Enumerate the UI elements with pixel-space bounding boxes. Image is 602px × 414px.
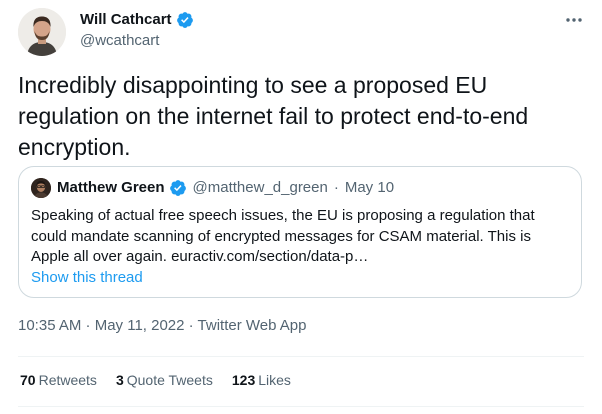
divider <box>18 406 584 407</box>
avatar-photo-icon <box>18 8 66 56</box>
quoted-author-handle: @matthew_d_green <box>192 179 328 196</box>
author-avatar[interactable] <box>18 8 66 56</box>
quote-tweets-count: 3 <box>115 372 124 388</box>
more-horizontal-icon <box>566 18 582 22</box>
likes-count: 123 <box>231 372 256 388</box>
quoted-date: May 10 <box>344 179 395 196</box>
author-name-text: Will Cathcart <box>80 11 172 28</box>
tweet-timestamp[interactable]: 10:35 AM · May 11, 2022 · Twitter Web Ap… <box>18 316 307 336</box>
quote-tweets-stat[interactable]: 3 Quote Tweets <box>116 370 213 390</box>
likes-label: Likes <box>258 372 291 388</box>
quoted-separator: · <box>333 179 339 196</box>
retweets-count: 70 <box>20 372 36 388</box>
avatar-photo-icon <box>31 178 51 198</box>
engagement-stats: 70 Retweets 3 Quote Tweets 123 Likes <box>20 370 291 390</box>
divider <box>18 356 584 357</box>
author-name[interactable]: Will Cathcart <box>80 10 194 30</box>
tweet-card: Will Cathcart @wcathcart Incredibly disa… <box>0 0 602 414</box>
quoted-tweet[interactable]: Matthew Green @matthew_d_green · May 10 … <box>18 166 582 298</box>
more-options-button[interactable] <box>562 8 586 32</box>
quoted-author-name: Matthew Green <box>57 179 165 196</box>
verified-badge-icon <box>176 12 193 28</box>
likes-stat[interactable]: 123 Likes <box>232 370 291 390</box>
quote-tweets-label: Quote Tweets <box>126 372 213 388</box>
quoted-tweet-header: Matthew Green @matthew_d_green · May 10 <box>31 178 394 198</box>
quoted-tweet-text: Speaking of actual free speech issues, t… <box>31 207 535 265</box>
show-thread-link[interactable]: Show this thread <box>31 268 143 288</box>
verified-badge-icon <box>169 180 186 196</box>
quoted-author-avatar <box>31 178 51 198</box>
retweets-label: Retweets <box>38 372 97 388</box>
retweets-stat[interactable]: 70 Retweets <box>20 370 97 390</box>
tweet-text: Incredibly disappointing to see a propos… <box>18 72 529 160</box>
author-handle[interactable]: @wcathcart <box>80 31 159 51</box>
